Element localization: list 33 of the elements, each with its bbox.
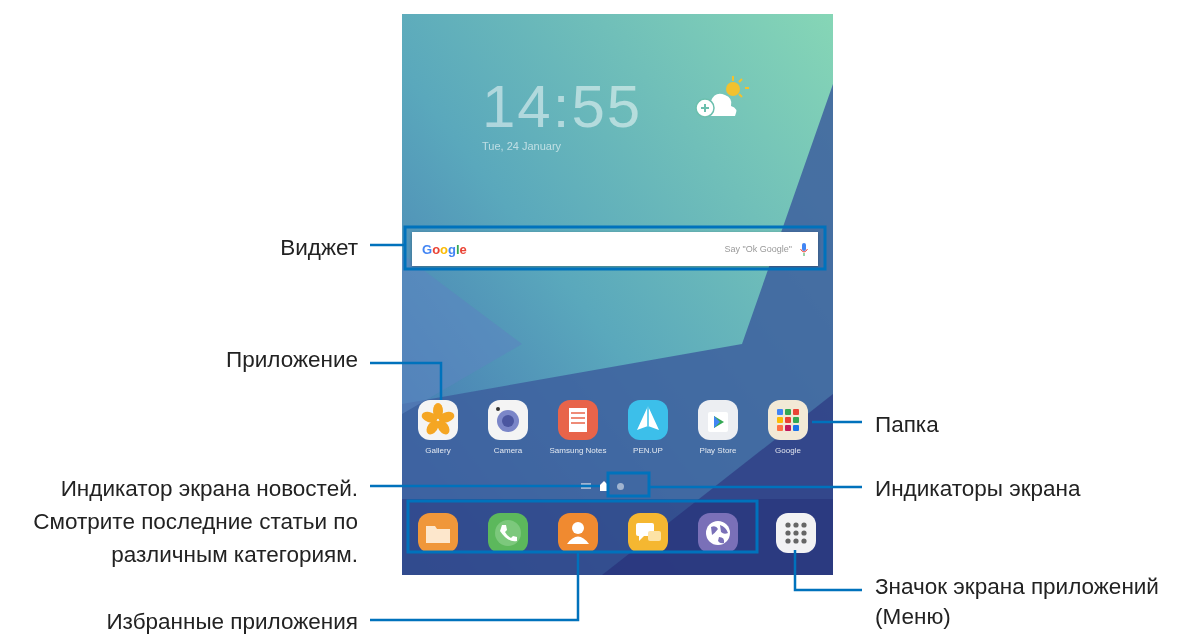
play-store-icon[interactable] — [698, 400, 738, 440]
home-indicator-icon[interactable] — [599, 481, 609, 491]
clock-time: 14:55 — [482, 76, 643, 138]
callout-label: Значок экрана приложений (Меню) — [875, 573, 1160, 631]
indicator-highlight-frame — [606, 471, 651, 498]
leader-line — [812, 420, 862, 424]
app-label: Google — [775, 446, 801, 455]
flower-icon[interactable] — [418, 400, 458, 440]
microphone-icon[interactable] — [800, 242, 808, 256]
search-placeholder: Say "Ok Google" — [724, 244, 792, 254]
notepad-icon[interactable] — [558, 400, 598, 440]
search-bar[interactable]: Google Say "Ok Google" — [412, 232, 818, 266]
callout-label: Виджет — [280, 234, 358, 262]
callout-label: Индикатор экрана новостей. Смотрите последние статьи по различным категориям. — [32, 475, 358, 569]
news-indicator-icon[interactable] — [581, 482, 591, 490]
app-folder-icon[interactable] — [768, 400, 808, 440]
callout-label: Приложение — [226, 346, 358, 374]
app-grid-icon[interactable] — [776, 513, 816, 553]
app-label: Gallery — [425, 446, 451, 455]
app-label: Camera — [493, 446, 523, 455]
callout-label: Папка — [875, 411, 939, 439]
leader-line — [793, 550, 862, 592]
paper-plane-icon[interactable] — [628, 400, 668, 440]
app-label: Play Store — [699, 446, 737, 455]
camera-icon[interactable] — [488, 400, 528, 440]
app-label: Samsung Notes — [549, 446, 607, 455]
app-label: PEN.UP — [633, 446, 663, 455]
search-logo: Google — [422, 241, 468, 257]
page-dot-icon[interactable] — [617, 482, 624, 490]
callout-label: Избранные приложения — [106, 608, 358, 634]
clock-date: Tue, 24 January — [482, 140, 563, 152]
leader-line — [370, 243, 404, 247]
callout-label: Индикаторы экрана — [875, 475, 1081, 503]
